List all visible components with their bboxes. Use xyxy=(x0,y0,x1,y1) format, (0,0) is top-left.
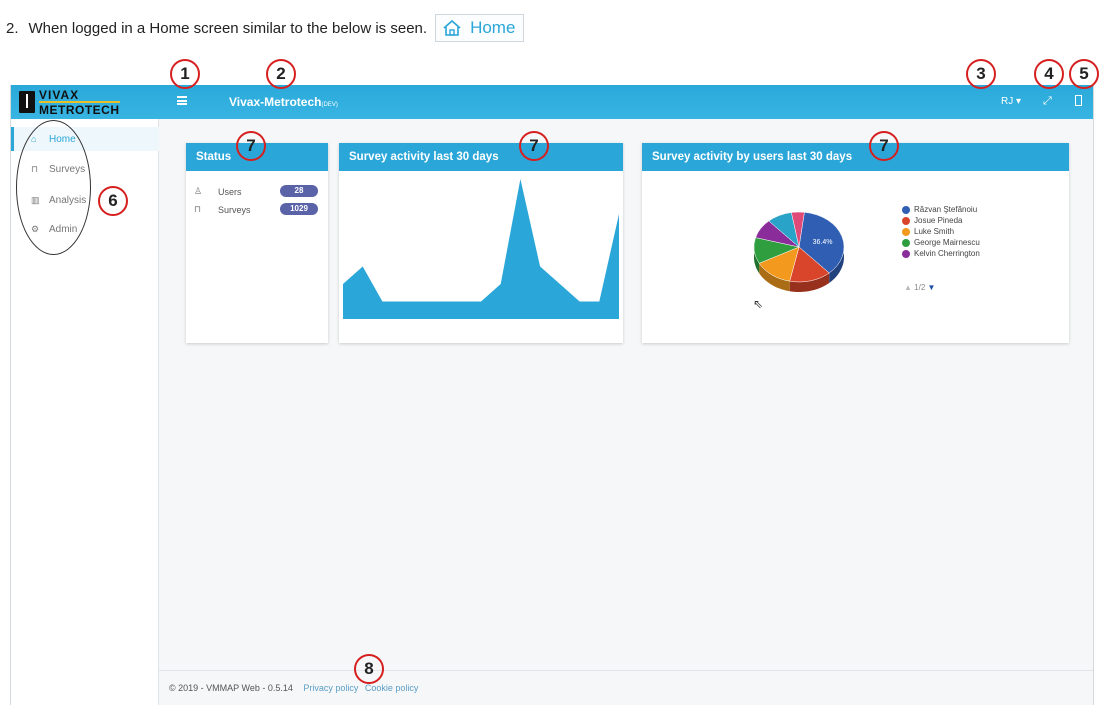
step-number: 2. xyxy=(6,19,19,37)
status-label: Surveys xyxy=(218,205,251,215)
count-badge: 1029 xyxy=(280,203,318,215)
menu-toggle-icon[interactable] xyxy=(177,96,187,105)
panel-toggle-icon[interactable] xyxy=(1075,95,1082,106)
legend-label: Josue Pineda xyxy=(914,216,963,225)
pager-text: 1/2 xyxy=(914,283,926,292)
annotation-marker: 7 xyxy=(519,131,549,161)
app-brand: Vivax-Metrotech(DEV) xyxy=(229,95,338,109)
activity-area-chart xyxy=(343,179,619,319)
status-row-users: ♙ Users 28 xyxy=(186,185,328,201)
annotation-marker: 4 xyxy=(1034,59,1064,89)
logo-text-top: VIVAX xyxy=(39,88,80,102)
mouse-cursor-icon: ⇖ xyxy=(753,297,764,311)
legend-dot-icon xyxy=(902,216,910,225)
activity-area xyxy=(343,179,619,319)
legend-item[interactable]: Kelvin Cherrington xyxy=(902,249,980,258)
top-bar xyxy=(11,85,1093,119)
pager-up-icon[interactable]: ▲ xyxy=(904,283,912,292)
annotation-marker: 3 xyxy=(966,59,996,89)
privacy-policy-link[interactable]: Privacy policy xyxy=(303,683,358,693)
page: 2. When logged in a Home screen similar … xyxy=(0,0,1099,705)
user-menu[interactable]: RJ ▾ xyxy=(1001,96,1021,107)
legend-item[interactable]: Luke Smith xyxy=(902,227,954,236)
annotation-marker: 6 xyxy=(98,186,128,216)
pager-down-icon[interactable]: ▼ xyxy=(928,283,936,292)
annotation-marker: 7 xyxy=(869,131,899,161)
legend-dot-icon xyxy=(902,249,910,258)
expand-icon[interactable]: ⤢ xyxy=(1043,95,1052,108)
legend-label: Luke Smith xyxy=(914,227,955,236)
annotation-marker: 1 xyxy=(170,59,200,89)
status-label: Users xyxy=(218,187,242,197)
legend-item[interactable]: George Mairnescu xyxy=(902,238,980,247)
home-badge-label: Home xyxy=(470,18,516,37)
brand-name: Vivax-Metrotech xyxy=(229,95,322,109)
legend-dot-icon xyxy=(902,205,910,214)
home-badge: Home xyxy=(435,14,525,42)
logo: VIVAX METROTECH xyxy=(11,85,159,119)
intro-line: 2. When logged in a Home screen similar … xyxy=(6,14,525,42)
legend-item[interactable]: Răzvan Ştefănoiu xyxy=(902,205,977,214)
users-pie-chart: 36.4% xyxy=(753,211,845,292)
annotation-marker: 2 xyxy=(266,59,296,89)
legend-label: George Mairnescu xyxy=(914,238,980,247)
annotation-marker: 8 xyxy=(354,654,384,684)
count-badge: 28 xyxy=(280,185,318,197)
logo-mark-icon xyxy=(19,91,35,113)
nav-highlight-ellipse xyxy=(16,120,91,255)
status-card: Status ♙ Users 28 ⊓ Surveys 1029 xyxy=(186,143,328,343)
logo-text-bottom: METROTECH xyxy=(39,101,120,117)
legend-item[interactable]: Josue Pineda xyxy=(902,216,962,225)
card-title: Survey activity by users last 30 days xyxy=(642,143,1069,171)
survey-icon: ⊓ xyxy=(194,204,202,214)
app-window: VIVAX METROTECH Vivax-Metrotech(DEV) RJ … xyxy=(10,85,1094,705)
users-icon: ♙ xyxy=(194,186,203,196)
annotation-marker: 5 xyxy=(1069,59,1099,89)
users-activity-card: Survey activity by users last 30 days 36… xyxy=(642,143,1069,343)
cookie-policy-link[interactable]: Cookie policy xyxy=(365,683,419,693)
legend-label: Răzvan Ştefănoiu xyxy=(914,205,978,214)
card-title: Survey activity last 30 days xyxy=(339,143,623,171)
legend-pager[interactable]: ▲ 1/2 ▼ xyxy=(904,283,935,292)
home-icon xyxy=(443,19,461,36)
copyright-text: © 2019 - VMMAP Web - 0.5.14 xyxy=(169,683,293,693)
footer: © 2019 - VMMAP Web - 0.5.14 Privacy poli… xyxy=(159,670,1093,705)
brand-suffix: (DEV) xyxy=(321,102,338,108)
activity-card: Survey activity last 30 days xyxy=(339,143,623,343)
legend-dot-icon xyxy=(902,238,910,247)
annotation-marker: 7 xyxy=(236,131,266,161)
intro-text: When logged in a Home screen similar to … xyxy=(28,19,428,37)
status-row-surveys: ⊓ Surveys 1029 xyxy=(186,203,328,219)
legend-dot-icon xyxy=(902,227,910,236)
legend-label: Kelvin Cherrington xyxy=(914,249,980,258)
pie-data-label: 36.4% xyxy=(813,239,833,246)
